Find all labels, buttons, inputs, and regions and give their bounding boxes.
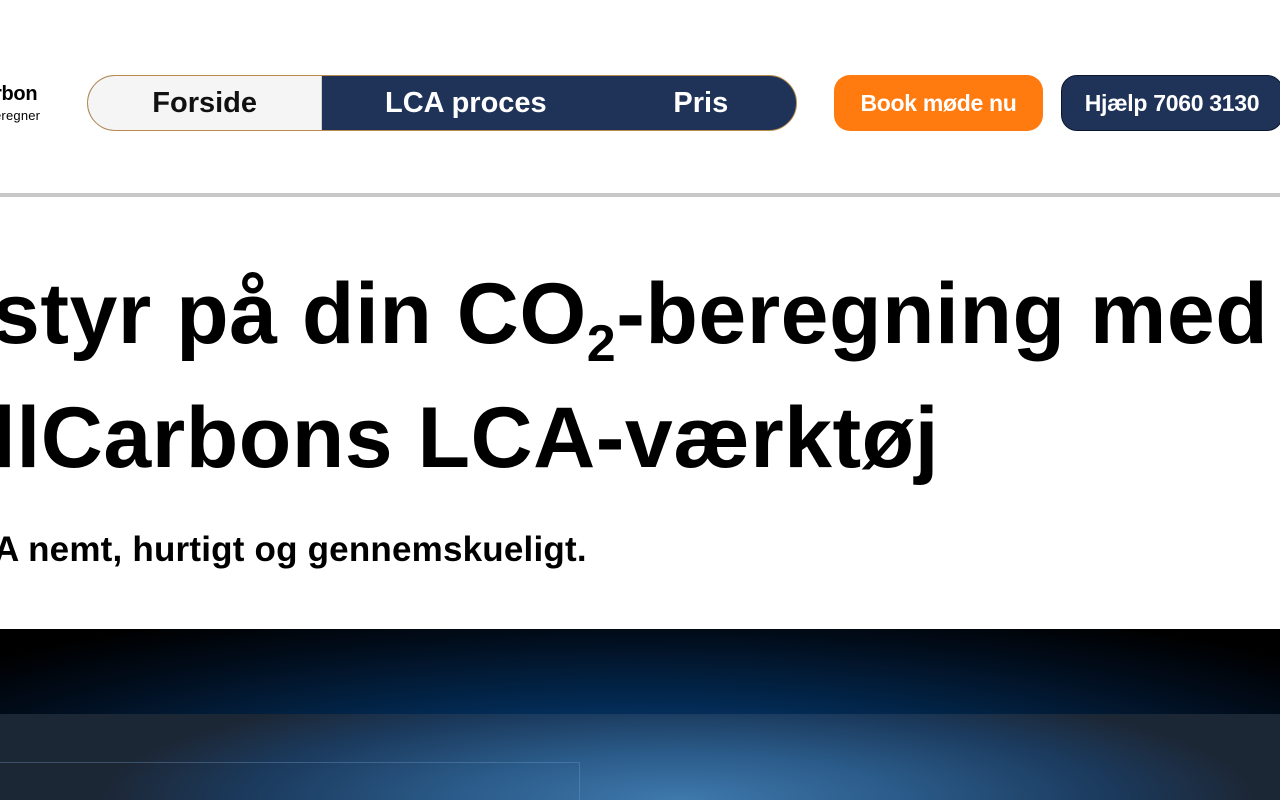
- nav-item-lca-proces[interactable]: LCA proces: [322, 76, 609, 130]
- logo-name: rbon: [0, 83, 38, 105]
- hero-title-line-1: styr på din CO2-beregning med: [0, 252, 1280, 376]
- help-phone-button[interactable]: Hjælp 7060 3130: [1061, 75, 1280, 131]
- logo[interactable]: rbon eregner: [0, 82, 54, 124]
- page: rbon eregner Forside LCA proces Pris Boo…: [0, 0, 1280, 800]
- hero-visual-frame: [0, 762, 580, 800]
- nav-item-forside[interactable]: Forside: [88, 76, 323, 130]
- hero-title-text-after: -beregning med: [616, 266, 1269, 362]
- hero-visual: [0, 629, 1280, 800]
- book-meeting-button[interactable]: Book møde nu: [834, 75, 1043, 131]
- hero-subtitle: A nemt, hurtigt og gennemskueligt.: [0, 530, 587, 569]
- hero-title-text-before: styr på din CO: [0, 266, 587, 362]
- header-divider: [0, 193, 1280, 197]
- main-nav: Forside LCA proces Pris: [87, 75, 797, 131]
- hero-title-line-2: llCarbons LCA-værktøj: [0, 390, 940, 486]
- hero-title-subscript: 2: [586, 315, 617, 373]
- logo-tagline: eregner: [0, 108, 41, 123]
- nav-item-pris[interactable]: Pris: [609, 76, 796, 130]
- hero-title: styr på din CO2-beregning med llCarbons …: [0, 252, 1280, 500]
